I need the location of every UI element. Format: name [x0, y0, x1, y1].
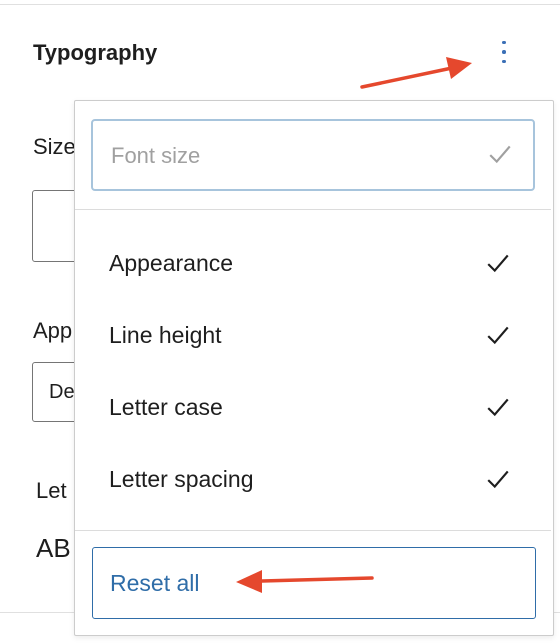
- menu-item-appearance[interactable]: Appearance: [75, 236, 551, 292]
- reset-all-label: Reset all: [110, 570, 200, 596]
- menu-item-font-size-label: Font size: [111, 143, 201, 168]
- check-icon: [487, 254, 509, 273]
- size-label: Size: [33, 134, 76, 159]
- arrow-to-menu-button-icon: [360, 57, 472, 89]
- menu-item-font-size[interactable]: Font size: [91, 119, 535, 191]
- menu-item-label: Line height: [109, 322, 222, 348]
- menu-item-label: Appearance: [109, 250, 234, 276]
- menu-item-label: Letter case: [109, 394, 223, 420]
- menu-divider: [75, 209, 551, 210]
- panel-title: Typography: [33, 40, 158, 65]
- check-icon: [487, 470, 509, 489]
- menu-divider: [75, 530, 551, 531]
- top-divider: [0, 4, 560, 5]
- more-vertical-icon-dot: [502, 59, 506, 64]
- more-vertical-icon-dot: [502, 50, 506, 54]
- appearance-select-value: De: [49, 381, 75, 403]
- more-vertical-icon: [502, 40, 506, 45]
- menu-item-label: Letter spacing: [109, 466, 254, 492]
- menu-item-letter-case[interactable]: Letter case: [75, 380, 551, 436]
- check-icon: [487, 398, 509, 417]
- more-options-button[interactable]: [490, 34, 518, 70]
- menu-item-line-height[interactable]: Line height: [75, 308, 551, 364]
- check-icon: [487, 326, 509, 345]
- appearance-label: App: [33, 318, 73, 343]
- letter-case-uppercase-button[interactable]: AB: [36, 533, 71, 564]
- typography-options-menu: Font size Appearance Line height Letter …: [74, 100, 554, 636]
- menu-item-letter-spacing[interactable]: Letter spacing: [75, 452, 551, 508]
- check-icon: [489, 145, 511, 164]
- reset-all-button[interactable]: Reset all: [92, 547, 536, 619]
- letter-label: Let: [36, 478, 67, 503]
